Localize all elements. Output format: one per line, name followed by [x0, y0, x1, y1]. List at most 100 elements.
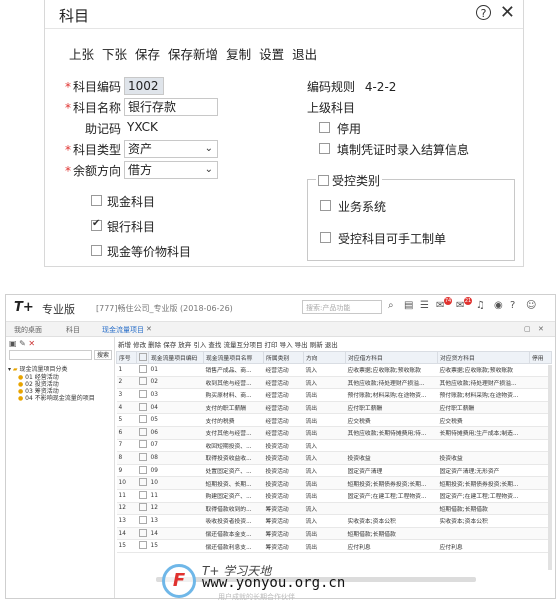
- row-checkbox[interactable]: [136, 426, 149, 440]
- edit-icon[interactable]: ✎: [19, 339, 26, 348]
- table-row[interactable]: 7 07 收回短期投资、... 投资活动 流入: [116, 439, 552, 453]
- row-checkbox[interactable]: [136, 401, 149, 415]
- tree-search-input[interactable]: [9, 350, 92, 360]
- account-dialog: 科目 ? ✕ 上张 下张 保存 保存新增 复制 设置 退出 * 科目编码 1002…: [44, 0, 524, 267]
- row-checkbox[interactable]: [136, 527, 149, 541]
- row-checkbox[interactable]: [136, 489, 149, 503]
- settle-checkbox[interactable]: [319, 143, 330, 154]
- row-code: 11: [148, 489, 204, 503]
- table-row[interactable]: 12 12 取得借款收到的... 筹资活动 流入 短期借款;长期借款: [116, 502, 552, 516]
- row-debit: 其他应收款;长期待摊费用;待...: [345, 426, 438, 440]
- table-row[interactable]: 3 03 购买原材料、商... 经营活动 流出 预付账款;材料采购;在途物资... 预付账款…: [116, 388, 552, 402]
- table-row[interactable]: 1 01 销售产成品、商... 经营活动 流入 应收票据;应收账款;预收账款 应收票据;应收…: [116, 363, 552, 377]
- row-number: 14: [116, 527, 137, 541]
- close-icon[interactable]: ✕: [146, 325, 152, 333]
- help-icon[interactable]: ?: [510, 300, 515, 311]
- table-row[interactable]: 2 02 收到其他与经营... 经营活动 流入 其他应收款;待处理财产损溢... 其他应收款…: [116, 376, 552, 390]
- save-button[interactable]: 保存: [135, 44, 160, 63]
- restore-icon[interactable]: ▢: [524, 325, 531, 333]
- cash-equiv-checkbox[interactable]: [91, 245, 102, 256]
- grid-toolbar[interactable]: 新增 修改 删除 保存 放弃 引入 查找 流量互分项目 打印 导入 导出 刷新 …: [118, 339, 338, 349]
- type-select[interactable]: 资产 ⌄: [124, 140, 218, 158]
- row-checkbox[interactable]: [136, 413, 149, 427]
- exit-button[interactable]: 退出: [292, 44, 317, 63]
- search-icon[interactable]: ⌕: [388, 300, 394, 311]
- close-icon[interactable]: ✕: [538, 325, 544, 333]
- row-checkbox[interactable]: [136, 451, 149, 465]
- tab-cashflow[interactable]: 现金流量项目: [102, 325, 144, 335]
- col-header[interactable]: 现金流量项目编码: [148, 351, 204, 364]
- chevron-down-icon: ⌄: [204, 143, 213, 154]
- row-code: 08: [148, 451, 204, 465]
- vertical-scrollbar[interactable]: [548, 365, 552, 570]
- row-checkbox[interactable]: [136, 502, 149, 516]
- row-direction: 流入: [303, 502, 346, 516]
- table-row[interactable]: 9 09 处置固定资产、... 投资活动 流入 固定资产清理 固定资产清理;无形资产: [116, 464, 552, 478]
- notify-badge: 21: [464, 297, 472, 305]
- tree-item[interactable]: ● 04 不影响现金流量的项目: [18, 393, 95, 402]
- list-icon[interactable]: ☰: [420, 300, 429, 311]
- prev-button[interactable]: 上张: [69, 44, 94, 63]
- name-field[interactable]: 银行存款: [124, 98, 218, 116]
- bank-checkbox[interactable]: [91, 218, 102, 231]
- table-row[interactable]: 15 15 偿还借款利息支... 筹资活动 流出 应付利息 应付利息: [116, 539, 552, 553]
- col-header[interactable]: 所属类别: [263, 351, 304, 364]
- controlled-checkbox[interactable]: [318, 175, 329, 186]
- table-row[interactable]: 14 14 偿还借款本金支... 筹资活动 流出 短期借款;长期借款: [116, 527, 552, 541]
- col-header[interactable]: [136, 351, 149, 364]
- search-input[interactable]: 搜索:产品功能: [302, 300, 382, 314]
- tab-account[interactable]: 科目: [66, 325, 80, 335]
- cash-checkbox[interactable]: [91, 195, 102, 206]
- copy-button[interactable]: 复制: [226, 44, 251, 63]
- calendar-icon[interactable]: ▤: [404, 300, 413, 311]
- location-icon[interactable]: ◉: [494, 300, 503, 311]
- table-row[interactable]: 8 08 取得投资收益收... 投资活动 流入 投资收益 投资收益: [116, 451, 552, 465]
- bell-icon[interactable]: ♫: [476, 300, 485, 311]
- table-row[interactable]: 4 04 支付的职工薪酬 经营活动 流出 应付职工薪酬 应付职工薪酬: [116, 401, 552, 415]
- table-row[interactable]: 11 11 购建固定资产、... 投资活动 流出 固定资产;在建工程;工程物资... 固定资…: [116, 489, 552, 503]
- business-checkbox[interactable]: [320, 200, 331, 211]
- row-checkbox[interactable]: [136, 539, 149, 553]
- col-header[interactable]: 对应贷方科目: [437, 351, 530, 364]
- disable-checkbox[interactable]: [319, 122, 330, 133]
- row-debit: 应付利息: [345, 539, 438, 553]
- col-header[interactable]: 对应借方科目: [345, 351, 438, 364]
- col-header[interactable]: 方向: [303, 351, 346, 364]
- row-checkbox[interactable]: [136, 439, 149, 453]
- delete-icon[interactable]: ✕: [28, 339, 35, 348]
- row-category: 经营活动: [263, 376, 304, 390]
- col-header[interactable]: 停用: [529, 351, 552, 364]
- row-checkbox[interactable]: [136, 376, 149, 390]
- row-direction: 流出: [303, 527, 346, 541]
- close-icon[interactable]: ✕: [500, 2, 515, 23]
- settings-button[interactable]: 设置: [259, 44, 284, 63]
- row-debit: 应收票据;应收账款;预收账款: [345, 363, 438, 377]
- row-checkbox[interactable]: [136, 464, 149, 478]
- col-header[interactable]: 现金流量项目名称: [203, 351, 264, 364]
- chevron-down-icon: ⌄: [204, 164, 213, 175]
- row-checkbox[interactable]: [136, 363, 149, 377]
- table-row[interactable]: 6 06 支付其他与经营... 经营活动 流出 其他应收款;长期待摊费用;待... 长期待摊…: [116, 426, 552, 440]
- user-icon[interactable]: ☺: [526, 300, 536, 311]
- balance-select[interactable]: 借方 ⌄: [124, 161, 218, 179]
- table-row[interactable]: 5 05 支付的税费 经营活动 流出 应交税费 应交税费: [116, 413, 552, 427]
- table-row[interactable]: 10 10 短期投资、长期... 投资活动 流出 短期投资;长期债券投资;长期... 短期投…: [116, 476, 552, 490]
- tree-tools: ▣ ✎ ✕: [9, 339, 35, 348]
- tab-desktop[interactable]: 我的桌面: [14, 325, 42, 335]
- row-direction: 流出: [303, 489, 346, 503]
- help-icon[interactable]: ?: [476, 5, 491, 20]
- row-checkbox[interactable]: [136, 476, 149, 490]
- settle-label: 填制凭证时录入结算信息: [337, 143, 470, 157]
- mnemonic-field[interactable]: YXCK: [124, 119, 218, 137]
- manual-checkbox[interactable]: [320, 232, 331, 243]
- next-button[interactable]: 下张: [102, 44, 127, 63]
- row-checkbox[interactable]: [136, 388, 149, 402]
- code-field[interactable]: 1002: [124, 77, 164, 95]
- col-header[interactable]: 序号: [116, 351, 137, 364]
- row-checkbox[interactable]: [136, 514, 149, 528]
- save-new-button[interactable]: 保存新增: [168, 44, 218, 63]
- tree-search-button[interactable]: 搜索: [94, 350, 113, 360]
- table-row[interactable]: 13 13 吸收投资者投资... 筹资活动 流入 实收资本;资本公积 实收资本;资本公积: [116, 514, 552, 528]
- row-name: 销售产成品、商...: [203, 363, 264, 377]
- add-icon[interactable]: ▣: [9, 339, 17, 348]
